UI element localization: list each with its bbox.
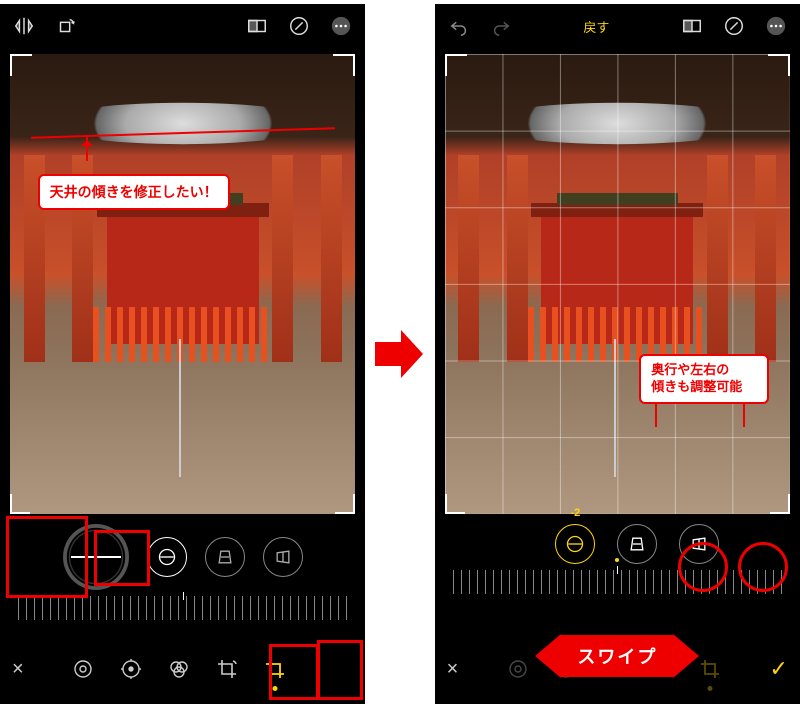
arrow-left-icon: [535, 634, 561, 678]
phone-screen-before: 天井の傾きを修正したい！ ×: [0, 4, 365, 704]
adjust-controls: -2: [435, 524, 800, 644]
swipe-label: スワイプ: [561, 635, 673, 677]
undo-icon[interactable]: [445, 12, 473, 40]
phone-screen-after: 戻す 奥行や左右の 傾きも調整可能: [435, 4, 800, 704]
transition-arrow-icon: [375, 324, 424, 384]
photo-preview: [10, 54, 355, 514]
more-icon[interactable]: [327, 12, 355, 40]
horizontal-perspective-icon[interactable]: [679, 524, 719, 564]
adjust-controls: [0, 524, 365, 644]
arrow-right-icon: [673, 634, 699, 678]
straighten-dial-icon[interactable]: [147, 537, 187, 577]
filters-icon[interactable]: [163, 653, 195, 685]
markup-icon[interactable]: [285, 12, 313, 40]
aspect-ratio-icon[interactable]: [678, 12, 706, 40]
flip-horizontal-icon[interactable]: [10, 12, 38, 40]
fx-target-icon[interactable]: [67, 653, 99, 685]
fx-target-icon[interactable]: [502, 653, 534, 685]
bottom-toolbar: ×: [0, 644, 365, 694]
vertical-perspective-icon[interactable]: [617, 524, 657, 564]
revert-button[interactable]: 戻す: [583, 17, 609, 36]
close-icon[interactable]: ×: [12, 658, 24, 681]
rotate-icon[interactable]: [52, 12, 80, 40]
dial-value: -2: [570, 507, 580, 519]
more-icon[interactable]: [762, 12, 790, 40]
crop-rotate-icon[interactable]: [211, 653, 243, 685]
adjustment-ruler[interactable]: [453, 570, 782, 594]
vertical-perspective-icon[interactable]: [205, 537, 245, 577]
crop-icon[interactable]: [259, 653, 291, 685]
check-icon[interactable]: ✓: [770, 656, 788, 682]
photo-preview: [445, 54, 790, 514]
swipe-annotation: スワイプ: [535, 634, 699, 678]
photo-canvas[interactable]: 天井の傾きを修正したい！: [10, 54, 355, 514]
adjust-dial-icon[interactable]: [115, 653, 147, 685]
annotation-arrow: [86, 135, 88, 161]
horizontal-perspective-icon[interactable]: [263, 537, 303, 577]
straighten-dial-icon[interactable]: -2: [555, 524, 595, 564]
redo-icon[interactable]: [487, 12, 515, 40]
topbar: [0, 4, 365, 48]
annotation-callout-2: 奥行や左右の 傾きも調整可能: [639, 354, 769, 404]
adjustment-ruler[interactable]: [18, 596, 347, 620]
markup-icon[interactable]: [720, 12, 748, 40]
aspect-ratio-icon[interactable]: [243, 12, 271, 40]
close-icon[interactable]: ×: [447, 658, 459, 681]
topbar: 戻す: [435, 4, 800, 48]
straighten-dial-large[interactable]: [63, 524, 129, 590]
annotation-callout-1: 天井の傾きを修正したい！: [38, 174, 230, 210]
photo-canvas[interactable]: 奥行や左右の 傾きも調整可能: [445, 54, 790, 514]
